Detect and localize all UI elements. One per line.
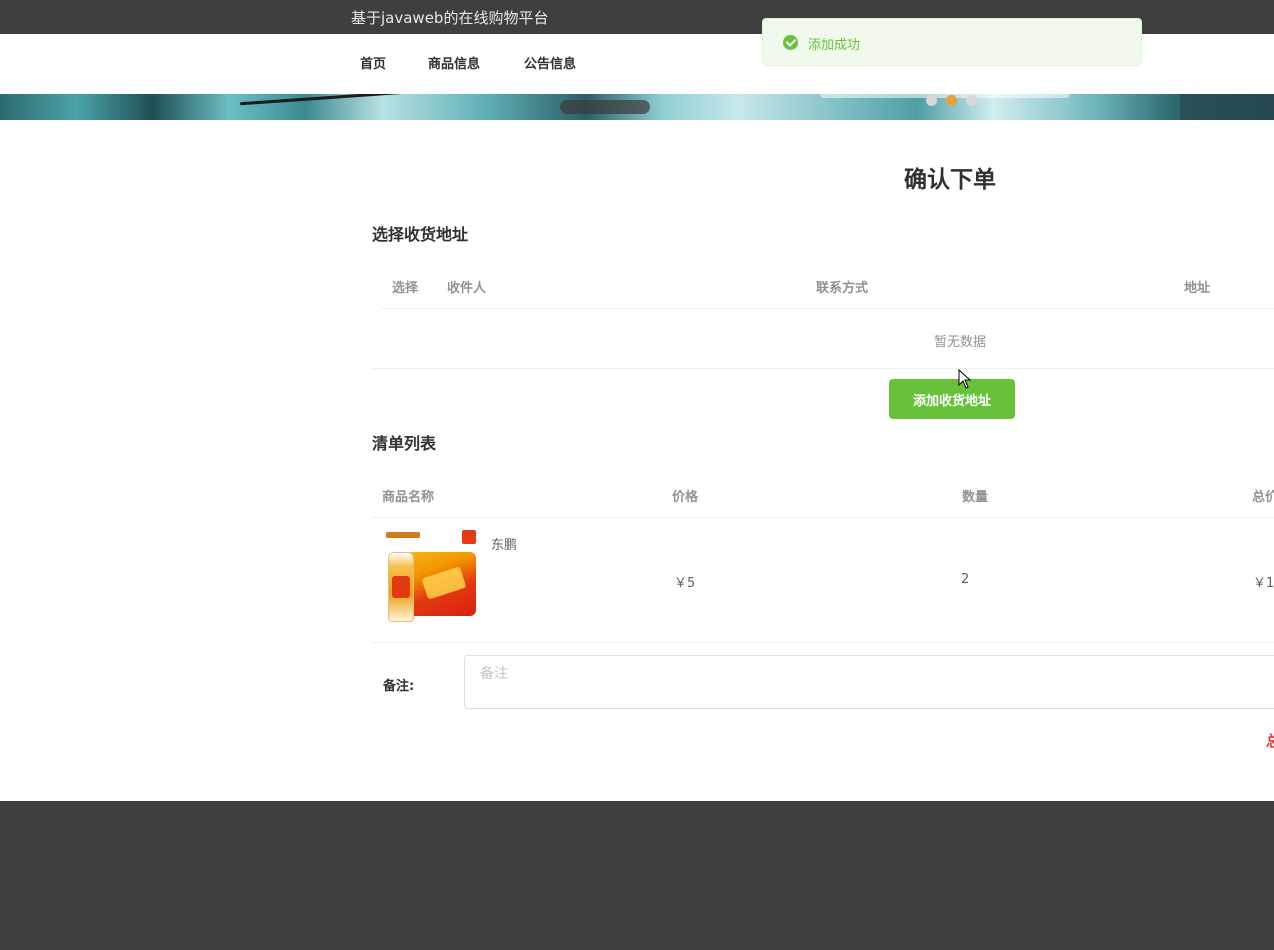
cart-row-divider — [372, 642, 1274, 643]
add-address-button[interactable]: 添加收货地址 — [889, 379, 1015, 419]
remark-label: 备注: — [383, 679, 415, 694]
address-empty-text: 暂无数据 — [934, 335, 987, 350]
toast-message: 添加成功 — [808, 38, 861, 53]
nav-item-products[interactable]: 商品信息 — [428, 53, 480, 72]
carousel-dot-3[interactable] — [966, 95, 977, 106]
cart-col-quantity: 数量 — [962, 490, 989, 505]
product-name: 东鹏 — [491, 538, 518, 553]
address-header-divider — [382, 308, 1274, 309]
site-title: 基于javaweb的在线购物平台 — [351, 9, 549, 27]
product-price: ￥5 — [674, 576, 696, 591]
check-circle-icon — [783, 35, 798, 50]
product-quantity: 2 — [961, 572, 970, 587]
cart-header-divider — [372, 517, 1274, 518]
page-title: 确认下单 — [904, 167, 996, 193]
nav-item-announcements[interactable]: 公告信息 — [524, 53, 576, 72]
cart-col-name: 商品名称 — [382, 490, 435, 505]
success-toast: 添加成功 — [762, 18, 1142, 66]
cart-col-price: 价格 — [672, 490, 699, 505]
footer — [0, 801, 1274, 950]
product-total: ￥10 — [1253, 576, 1274, 591]
order-total-label: 总 — [1266, 732, 1274, 750]
mouse-cursor-icon — [958, 369, 972, 389]
address-section-title: 选择收货地址 — [372, 225, 469, 244]
carousel-dot-1[interactable] — [926, 95, 937, 106]
remark-input[interactable] — [464, 655, 1274, 709]
cart-section-title: 清单列表 — [372, 434, 437, 453]
address-col-select: 选择 — [392, 281, 419, 296]
nav-item-home[interactable]: 首页 — [360, 53, 386, 72]
product-image[interactable] — [384, 528, 480, 624]
carousel-banner — [0, 94, 1274, 120]
address-col-receiver: 收件人 — [447, 281, 487, 296]
address-col-contact: 联系方式 — [816, 281, 869, 296]
address-col-address: 地址 — [1184, 281, 1211, 296]
address-table-bottom — [372, 368, 1274, 369]
cart-col-total: 总价 — [1252, 490, 1274, 505]
carousel-dot-2[interactable] — [946, 95, 957, 106]
